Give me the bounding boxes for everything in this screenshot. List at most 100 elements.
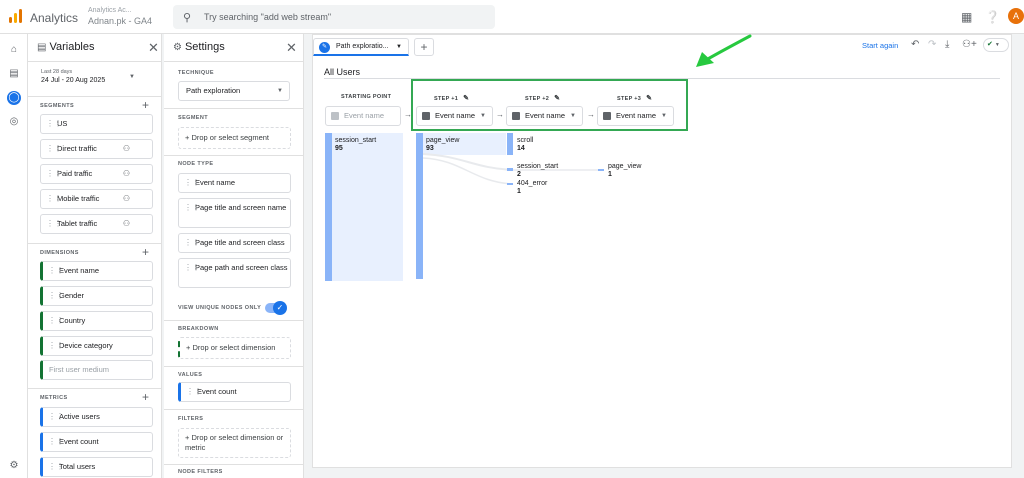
metric-chip[interactable]: ⋮⋮ Active users bbox=[40, 407, 153, 427]
analytics-logo-icon[interactable] bbox=[9, 9, 23, 23]
drag-handle-icon[interactable]: ⋮⋮ bbox=[184, 234, 200, 252]
arrow-right-icon: → bbox=[404, 110, 412, 119]
values-header: VALUES bbox=[178, 372, 203, 378]
node-type-chip[interactable]: ⋮⋮ Page path and screen class bbox=[178, 258, 291, 288]
node-step2-bar-scroll[interactable] bbox=[507, 133, 513, 155]
chevron-down-icon[interactable]: ▼ bbox=[396, 39, 402, 55]
unique-nodes-toggle[interactable]: ✓ bbox=[265, 301, 287, 315]
app-title[interactable]: Analytics bbox=[30, 11, 78, 25]
apps-grid-icon[interactable]: ▦ bbox=[961, 10, 972, 24]
segment-label: Mobile traffic bbox=[57, 194, 100, 203]
dimension-chip[interactable]: ⋮⋮ Gender bbox=[40, 286, 153, 306]
download-icon[interactable]: ⤓ bbox=[945, 39, 949, 50]
close-icon[interactable]: ✕ bbox=[286, 40, 297, 56]
drag-handle-icon[interactable]: ⋮⋮ bbox=[48, 337, 64, 355]
node-step2-session-label[interactable]: session_start 2 bbox=[517, 163, 558, 179]
chevron-down-icon[interactable]: ▼ bbox=[129, 74, 135, 80]
node-type-chip[interactable]: ⋮⋮ Event name bbox=[178, 173, 291, 193]
step-2-header-text: STEP +2 bbox=[525, 96, 550, 102]
tab-path-exploration[interactable]: ✎ Path exploratio... ▼ bbox=[313, 38, 409, 56]
edit-pencil-icon[interactable]: ✎ bbox=[463, 95, 469, 102]
segment-chip[interactable]: ⋮⋮ Mobile traffic ⚇ bbox=[40, 189, 153, 209]
dimension-chip-disabled[interactable]: First user medium bbox=[40, 360, 153, 380]
date-range-picker[interactable]: Last 28 days 24 Jul - 20 Aug 2025 bbox=[41, 69, 105, 84]
dimension-chip[interactable]: ⋮⋮ Device category bbox=[40, 336, 153, 356]
drag-handle-icon[interactable]: ⋮⋮ bbox=[46, 215, 62, 233]
add-tab-button[interactable]: + bbox=[414, 38, 434, 56]
drag-handle-icon[interactable]: ⋮⋮ bbox=[186, 383, 202, 401]
account-switcher[interactable]: Analytics Ac... Adnan.pk - GA4 bbox=[88, 5, 152, 27]
metric-chip[interactable]: ⋮⋮ Total users bbox=[40, 457, 153, 477]
segment-title: All Users bbox=[324, 67, 361, 77]
add-metric-plus-icon[interactable]: + bbox=[142, 390, 149, 404]
dimension-chip[interactable]: ⋮⋮ Event name bbox=[40, 261, 153, 281]
segment-chip[interactable]: ⋮⋮ Tablet traffic ⚇ bbox=[40, 214, 153, 234]
drag-handle-icon[interactable]: ⋮⋮ bbox=[184, 174, 200, 192]
status-check-dropdown[interactable]: ✔ ▼ bbox=[983, 38, 1009, 52]
path-exploration-icon: ✎ bbox=[319, 42, 330, 53]
search-bar[interactable]: ⚲ Try searching "add web stream" bbox=[173, 5, 495, 29]
node-step1-bar[interactable] bbox=[416, 133, 423, 279]
node-step2-error-label[interactable]: 404_error 1 bbox=[517, 180, 547, 196]
reports-icon[interactable]: ▤ bbox=[7, 67, 21, 81]
close-icon[interactable]: ✕ bbox=[148, 40, 159, 56]
drag-handle-icon[interactable]: ⋮⋮ bbox=[48, 433, 64, 451]
drag-handle-icon[interactable]: ⋮⋮ bbox=[48, 262, 64, 280]
node-step2-scroll-label[interactable]: scroll 14 bbox=[517, 137, 533, 153]
drag-handle-icon[interactable]: ⋮⋮ bbox=[184, 263, 200, 273]
advertising-icon[interactable]: ◎ bbox=[7, 115, 21, 129]
variables-title-text: Variables bbox=[49, 41, 95, 53]
values-chip[interactable]: ⋮⋮ Event count bbox=[178, 382, 291, 402]
node-type-chip[interactable]: ⋮⋮ Page title and screen class bbox=[178, 233, 291, 253]
edit-pencil-icon[interactable]: ✎ bbox=[554, 95, 560, 102]
drag-handle-icon[interactable]: ⋮⋮ bbox=[46, 140, 62, 158]
edit-pencil-icon[interactable]: ✎ bbox=[646, 95, 652, 102]
step-2-header: STEP +2 ✎ bbox=[525, 94, 560, 102]
avatar[interactable]: A bbox=[1008, 8, 1024, 24]
node-step3-bar[interactable] bbox=[598, 169, 604, 171]
tab-label: Path exploratio... bbox=[336, 43, 389, 50]
metric-chip[interactable]: ⋮⋮ Event count bbox=[40, 432, 153, 452]
drag-handle-icon[interactable]: ⋮⋮ bbox=[48, 312, 64, 330]
node-start-label[interactable]: session_start 95 bbox=[335, 137, 376, 153]
step-3-select[interactable]: Event name ▼ bbox=[597, 106, 674, 126]
chevron-down-icon: ▼ bbox=[480, 113, 486, 119]
node-step2-bar-error[interactable] bbox=[507, 183, 513, 185]
segment-chip[interactable]: ⋮⋮ US bbox=[40, 114, 153, 134]
add-segment-plus-icon[interactable]: + bbox=[142, 98, 149, 112]
segment-dropzone[interactable]: + Drop or select segment bbox=[178, 127, 291, 149]
node-step3-label[interactable]: page_view 1 bbox=[608, 163, 641, 179]
node-step2-bar-session[interactable] bbox=[507, 168, 513, 171]
starting-point-select[interactable]: Event name bbox=[325, 106, 401, 126]
values-label: Event count bbox=[197, 387, 237, 396]
drag-handle-icon[interactable]: ⋮⋮ bbox=[48, 287, 64, 305]
drag-handle-icon[interactable]: ⋮⋮ bbox=[184, 203, 200, 213]
node-type-label: Page path and screen class bbox=[195, 263, 288, 272]
explore-icon[interactable]: ◯ bbox=[7, 91, 21, 105]
node-start-bar[interactable] bbox=[325, 133, 332, 281]
admin-gear-icon[interactable]: ⚙ bbox=[7, 459, 21, 473]
start-again-link[interactable]: Start again bbox=[862, 41, 898, 50]
help-icon[interactable]: ❔ bbox=[985, 10, 1000, 24]
step-2-select[interactable]: Event name ▼ bbox=[506, 106, 583, 126]
segment-chip[interactable]: ⋮⋮ Paid traffic ⚇ bbox=[40, 164, 153, 184]
filters-dropzone[interactable]: + Drop or select dimension or metric bbox=[178, 428, 291, 458]
segment-chip[interactable]: ⋮⋮ Direct traffic ⚇ bbox=[40, 139, 153, 159]
node-count: 14 bbox=[517, 145, 525, 152]
drag-handle-icon[interactable]: ⋮⋮ bbox=[46, 115, 62, 133]
dimension-chip[interactable]: ⋮⋮ Country bbox=[40, 311, 153, 331]
share-user-icon[interactable]: ⚇+ bbox=[962, 39, 977, 50]
breakdown-dropzone[interactable]: + Drop or select dimension bbox=[178, 337, 291, 359]
node-type-chip[interactable]: ⋮⋮ Page title and screen name bbox=[178, 198, 291, 228]
drag-handle-icon[interactable]: ⋮⋮ bbox=[48, 458, 64, 476]
home-icon[interactable]: ⌂ bbox=[7, 43, 21, 57]
drag-handle-icon[interactable]: ⋮⋮ bbox=[46, 190, 62, 208]
redo-icon[interactable]: ↷ bbox=[928, 39, 936, 50]
drag-handle-icon[interactable]: ⋮⋮ bbox=[46, 165, 62, 183]
step-1-select[interactable]: Event name ▼ bbox=[416, 106, 493, 126]
settings-title: ⚙ Settings bbox=[173, 41, 225, 53]
add-dimension-plus-icon[interactable]: + bbox=[142, 245, 149, 259]
drag-handle-icon[interactable]: ⋮⋮ bbox=[48, 408, 64, 426]
technique-select[interactable]: Path exploration ▼ bbox=[178, 81, 290, 101]
undo-icon[interactable]: ↶ bbox=[911, 39, 919, 50]
